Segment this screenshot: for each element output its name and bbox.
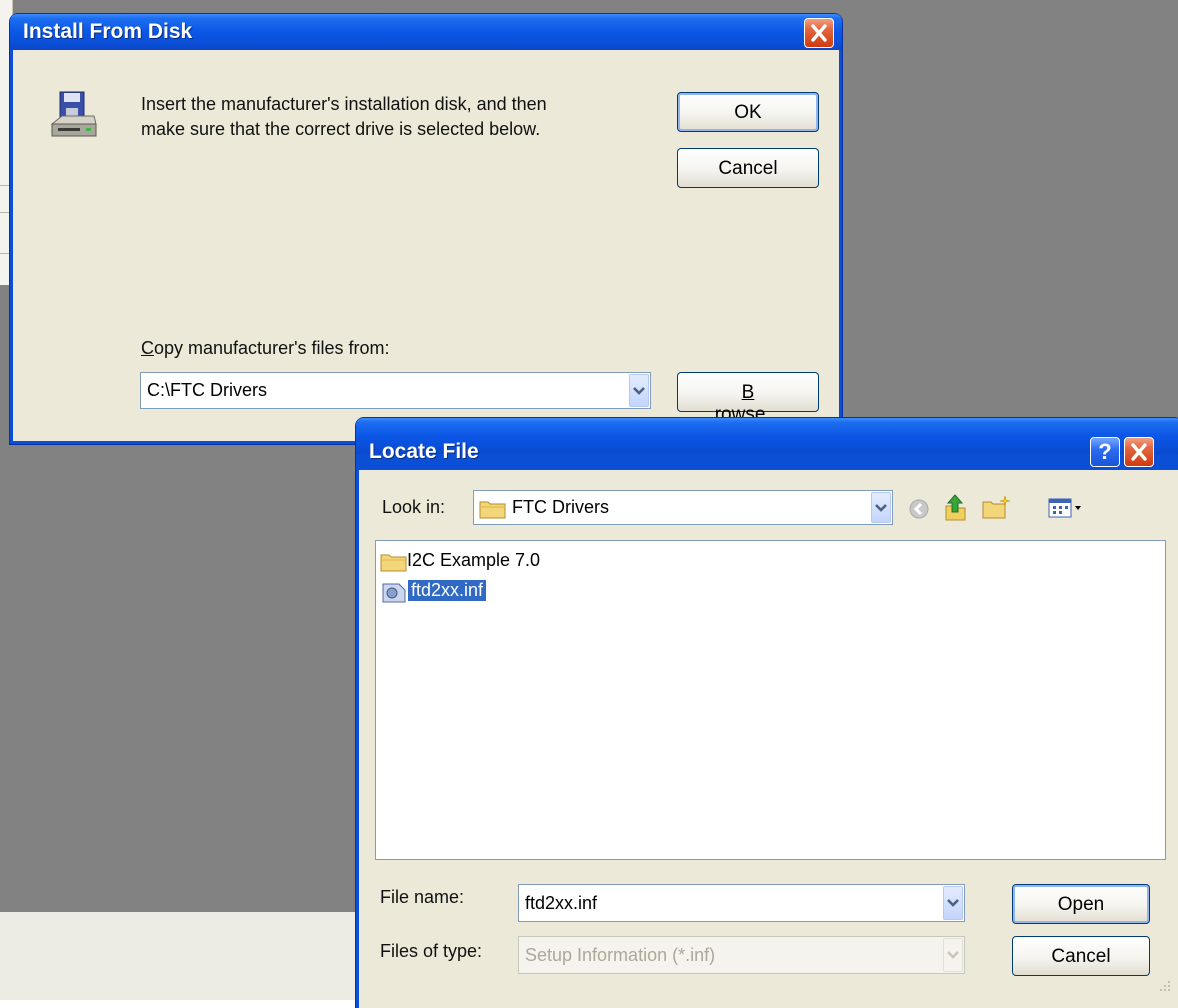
copy-from-combobox[interactable]: C:\FTC Drivers (140, 372, 651, 409)
views-menu-button[interactable] (1047, 496, 1087, 520)
folder-icon (479, 501, 506, 519)
list-item-label: ftd2xx.inf (408, 580, 487, 601)
install-dialog-titlebar[interactable]: Install From Disk (10, 14, 842, 50)
folder-icon (380, 554, 407, 572)
chevron-down-icon (633, 387, 645, 395)
install-from-disk-dialog: Install From Disk Insert the manufacture… (10, 14, 842, 444)
install-cancel-button[interactable]: Cancel (677, 148, 819, 188)
chevron-down-icon (947, 899, 959, 907)
install-dialog-title: Install From Disk (23, 20, 193, 43)
files-of-type-value: Setup Information (*.inf) (525, 945, 716, 965)
look-in-combobox[interactable]: FTC Drivers (473, 490, 893, 525)
locate-file-dialog: Locate File ? Look in: FTC Drivers I2C E… (356, 418, 1178, 1008)
look-in-label: Look in: (382, 497, 446, 517)
ok-button-label: OK (734, 102, 762, 123)
install-message-line2: make sure that the correct drive is sele… (141, 119, 541, 139)
file-name-value: ftd2xx.inf (525, 893, 598, 913)
back-icon[interactable] (908, 498, 930, 520)
install-dialog-body: Insert the manufacturer's installation d… (13, 50, 839, 441)
help-icon: ? (1098, 439, 1112, 464)
up-folder-icon[interactable] (941, 492, 969, 522)
copy-from-accel: C (141, 338, 154, 358)
locate-dialog-title: Locate File (369, 440, 479, 463)
open-button-label: Open (1057, 894, 1105, 915)
files-of-type-label: Files of type: (380, 941, 483, 961)
files-of-type-dropdown-button[interactable] (943, 938, 963, 972)
open-button[interactable]: Open (1012, 884, 1150, 924)
help-button[interactable]: ? (1090, 437, 1120, 467)
locate-dialog-body: Look in: FTC Drivers I2C Example 7.0 ftd… (359, 470, 1178, 1008)
inf-file-icon (382, 583, 406, 603)
files-of-type-combobox[interactable]: Setup Information (*.inf) (518, 936, 965, 974)
close-icon (1131, 443, 1147, 461)
file-name-combobox[interactable]: ftd2xx.inf (518, 884, 965, 922)
browse-button[interactable]: Browse... (677, 372, 819, 425)
locate-dialog-titlebar[interactable]: Locate File ? (356, 418, 1178, 467)
list-item-folder[interactable]: I2C Example 7.0 (380, 549, 630, 575)
browse-accel: B (741, 382, 755, 403)
locate-cancel-label: Cancel (1051, 946, 1111, 967)
new-folder-icon[interactable] (981, 494, 1011, 520)
locate-cancel-button[interactable]: Cancel (1012, 936, 1150, 976)
copy-from-label: Copy manufacturer's files from: (141, 338, 390, 359)
resize-grip-icon[interactable] (1155, 978, 1173, 996)
install-message-line1: Insert the manufacturer's installation d… (141, 94, 547, 114)
locate-dialog-close-button[interactable] (1124, 437, 1154, 467)
copy-from-value: C:\FTC Drivers (147, 380, 267, 400)
chevron-down-icon (947, 951, 959, 959)
install-cancel-label: Cancel (718, 158, 778, 179)
file-name-label: File name: (380, 887, 465, 907)
views-menu-icon (1048, 498, 1081, 518)
ok-button[interactable]: OK (677, 92, 819, 132)
install-dialog-close-button[interactable] (804, 18, 834, 48)
copy-from-dropdown-button[interactable] (629, 374, 649, 407)
look-in-dropdown-button[interactable] (871, 492, 891, 523)
copy-from-rest: opy manufacturer's files from: (154, 338, 390, 358)
look-in-value: FTC Drivers (512, 497, 609, 517)
close-icon (811, 24, 827, 42)
list-item-label: I2C Example 7.0 (407, 550, 541, 570)
file-name-dropdown-button[interactable] (943, 886, 963, 920)
list-item-inf-file[interactable]: ftd2xx.inf (380, 579, 630, 605)
chevron-down-icon (875, 504, 887, 512)
floppy-drive-icon (50, 91, 97, 137)
file-list[interactable]: I2C Example 7.0 ftd2xx.inf (375, 540, 1166, 860)
